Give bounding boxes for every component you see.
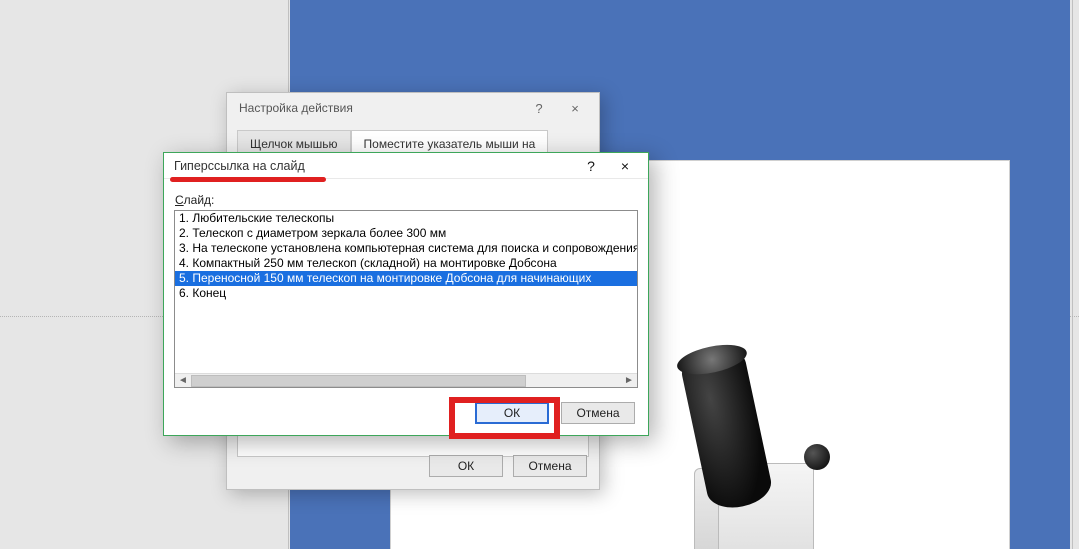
- telescope-image: [654, 388, 854, 549]
- ok-button[interactable]: ОК: [475, 402, 549, 424]
- slide-list-items: 1. Любительские телескопы2. Телескоп с д…: [175, 211, 637, 373]
- help-button[interactable]: ?: [574, 155, 608, 177]
- list-item[interactable]: 5. Переносной 150 мм телескоп на монтиро…: [175, 271, 637, 286]
- scroll-right-arrow[interactable]: ►: [621, 374, 637, 388]
- action-settings-titlebar[interactable]: Настройка действия ? ×: [227, 93, 599, 123]
- scroll-left-arrow[interactable]: ◄: [175, 374, 191, 388]
- scroll-thumb[interactable]: [191, 375, 526, 387]
- list-item[interactable]: 1. Любительские телескопы: [175, 211, 637, 226]
- ok-button[interactable]: ОК: [429, 455, 503, 477]
- action-settings-title: Настройка действия: [239, 101, 353, 115]
- list-item[interactable]: 3. На телескопе установлена компьютерная…: [175, 241, 637, 256]
- close-button[interactable]: ×: [608, 155, 642, 177]
- slide-list-label: Слайд:: [175, 193, 214, 207]
- hyperlink-dialog-titlebar[interactable]: Гиперссылка на слайд ? ×: [164, 153, 648, 179]
- list-item[interactable]: 4. Компактный 250 мм телескоп (складной)…: [175, 256, 637, 271]
- list-item[interactable]: 6. Конец: [175, 286, 637, 301]
- cancel-button[interactable]: Отмена: [513, 455, 587, 477]
- help-button[interactable]: ?: [521, 96, 557, 120]
- hyperlink-to-slide-dialog: Гиперссылка на слайд ? × Слайд: 1. Любит…: [163, 152, 649, 436]
- hyperlink-dialog-buttons: ОК Отмена: [475, 402, 635, 424]
- horizontal-scrollbar[interactable]: ◄ ►: [175, 373, 637, 387]
- scroll-track[interactable]: [191, 374, 621, 388]
- close-button[interactable]: ×: [557, 96, 593, 120]
- slide-listbox[interactable]: 1. Любительские телескопы2. Телескоп с д…: [174, 210, 638, 388]
- hyperlink-dialog-title: Гиперссылка на слайд: [174, 159, 305, 173]
- cancel-button[interactable]: Отмена: [561, 402, 635, 424]
- annotation-underline: [170, 177, 326, 182]
- action-settings-buttons: ОК Отмена: [429, 455, 587, 477]
- list-item[interactable]: 2. Телескоп с диаметром зеркала более 30…: [175, 226, 637, 241]
- slide-boundary-right: [1072, 0, 1073, 549]
